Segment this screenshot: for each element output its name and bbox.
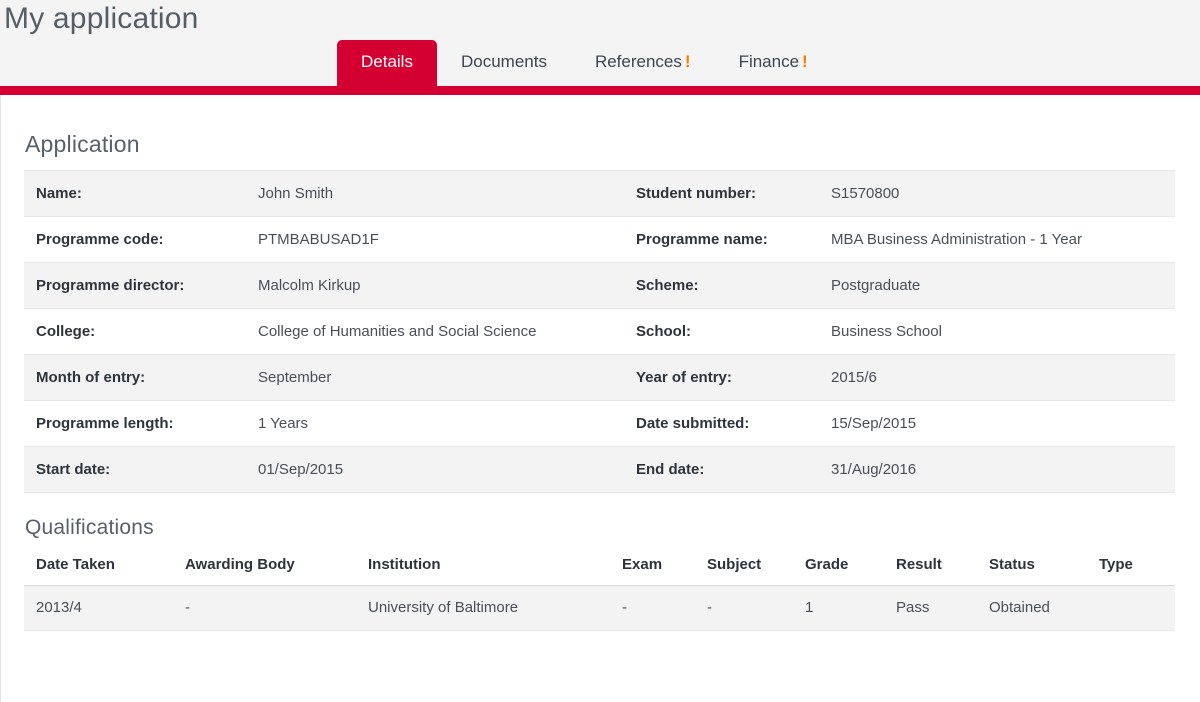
cell-institution: University of Baltimore (356, 585, 610, 631)
field-value: John Smith (246, 170, 624, 217)
column-header-awarding-body: Awarding Body (173, 550, 356, 586)
table-row: Start date: 01/Sep/2015 End date: 31/Aug… (24, 446, 1175, 493)
field-label: College: (24, 308, 246, 355)
field-label: Programme code: (24, 216, 246, 263)
field-value: 15/Sep/2015 (819, 400, 1175, 447)
field-label: Start date: (24, 446, 246, 493)
field-label: End date: (624, 446, 819, 493)
column-header-status: Status (977, 550, 1087, 586)
tab-details-label: Details (361, 52, 413, 71)
cell-grade: 1 (793, 585, 884, 631)
field-value: S1570800 (819, 170, 1175, 217)
table-row: 2013/4 - University of Baltimore - - 1 P… (24, 585, 1175, 631)
tab-references[interactable]: References! (571, 40, 715, 86)
column-header-type: Type (1087, 550, 1175, 586)
column-header-grade: Grade (793, 550, 884, 586)
warning-icon: ! (684, 52, 691, 71)
warning-icon: ! (802, 52, 808, 71)
cell-exam: - (610, 585, 695, 631)
field-label: Date submitted: (624, 400, 819, 447)
table-header-row: Date Taken Awarding Body Institution Exa… (24, 550, 1175, 586)
table-row: Programme length: 1 Years Date submitted… (24, 400, 1175, 447)
field-value: PTMBABUSAD1F (246, 216, 624, 263)
field-value: College of Humanities and Social Science (246, 308, 624, 355)
tab-documents-label: Documents (460, 52, 547, 71)
column-header-exam: Exam (610, 550, 695, 586)
qualifications-table: Date Taken Awarding Body Institution Exa… (24, 550, 1175, 631)
field-value: Postgraduate (819, 262, 1175, 309)
column-header-result: Result (884, 550, 977, 586)
field-label: Student number: (624, 170, 819, 217)
cell-type (1087, 585, 1175, 631)
field-value: 1 Years (246, 400, 624, 447)
column-header-date-taken: Date Taken (24, 550, 173, 586)
qualifications-section-title: Qualifications (25, 516, 154, 539)
page-title: My application (4, 2, 199, 35)
field-value: September (246, 354, 624, 401)
cell-status: Obtained (977, 585, 1087, 631)
content-area: Application Name: John Smith Student num… (0, 95, 1200, 702)
field-value: MBA Business Administration - 1 Year (819, 216, 1175, 263)
cell-result: Pass (884, 585, 977, 631)
table-row: Programme director: Malcolm Kirkup Schem… (24, 262, 1175, 309)
field-value: 01/Sep/2015 (246, 446, 624, 493)
tab-finance[interactable]: Finance! (715, 40, 832, 86)
page-header: My application Details Documents Referen… (0, 0, 1200, 95)
field-label: Scheme: (624, 262, 819, 309)
field-label: Month of entry: (24, 354, 246, 401)
table-row: Programme code: PTMBABUSAD1F Programme n… (24, 216, 1175, 263)
field-value: 2015/6 (819, 354, 1175, 401)
application-details-table: Name: John Smith Student number: S157080… (24, 170, 1175, 493)
field-label: Programme name: (624, 216, 819, 263)
cell-date-taken: 2013/4 (24, 585, 173, 631)
column-header-subject: Subject (695, 550, 793, 586)
tab-bar: Details Documents References! Finance! (337, 40, 832, 86)
tab-documents[interactable]: Documents (437, 40, 571, 86)
field-label: School: (624, 308, 819, 355)
tab-details[interactable]: Details (337, 40, 437, 86)
field-value: 31/Aug/2016 (819, 446, 1175, 493)
table-row: Month of entry: September Year of entry:… (24, 354, 1175, 401)
left-divider (0, 95, 1, 702)
field-label: Year of entry: (624, 354, 819, 401)
field-label: Name: (24, 170, 246, 217)
tab-finance-label: Finance (738, 52, 800, 71)
application-section-title: Application (25, 131, 140, 157)
field-value: Business School (819, 308, 1175, 355)
column-header-institution: Institution (356, 550, 610, 586)
table-row: College: College of Humanities and Socia… (24, 308, 1175, 355)
field-label: Programme director: (24, 262, 246, 309)
cell-subject: - (695, 585, 793, 631)
tab-references-label: References (594, 52, 682, 71)
field-value: Malcolm Kirkup (246, 262, 624, 309)
cell-awarding-body: - (173, 585, 356, 631)
field-label: Programme length: (24, 400, 246, 447)
table-row: Name: John Smith Student number: S157080… (24, 170, 1175, 217)
